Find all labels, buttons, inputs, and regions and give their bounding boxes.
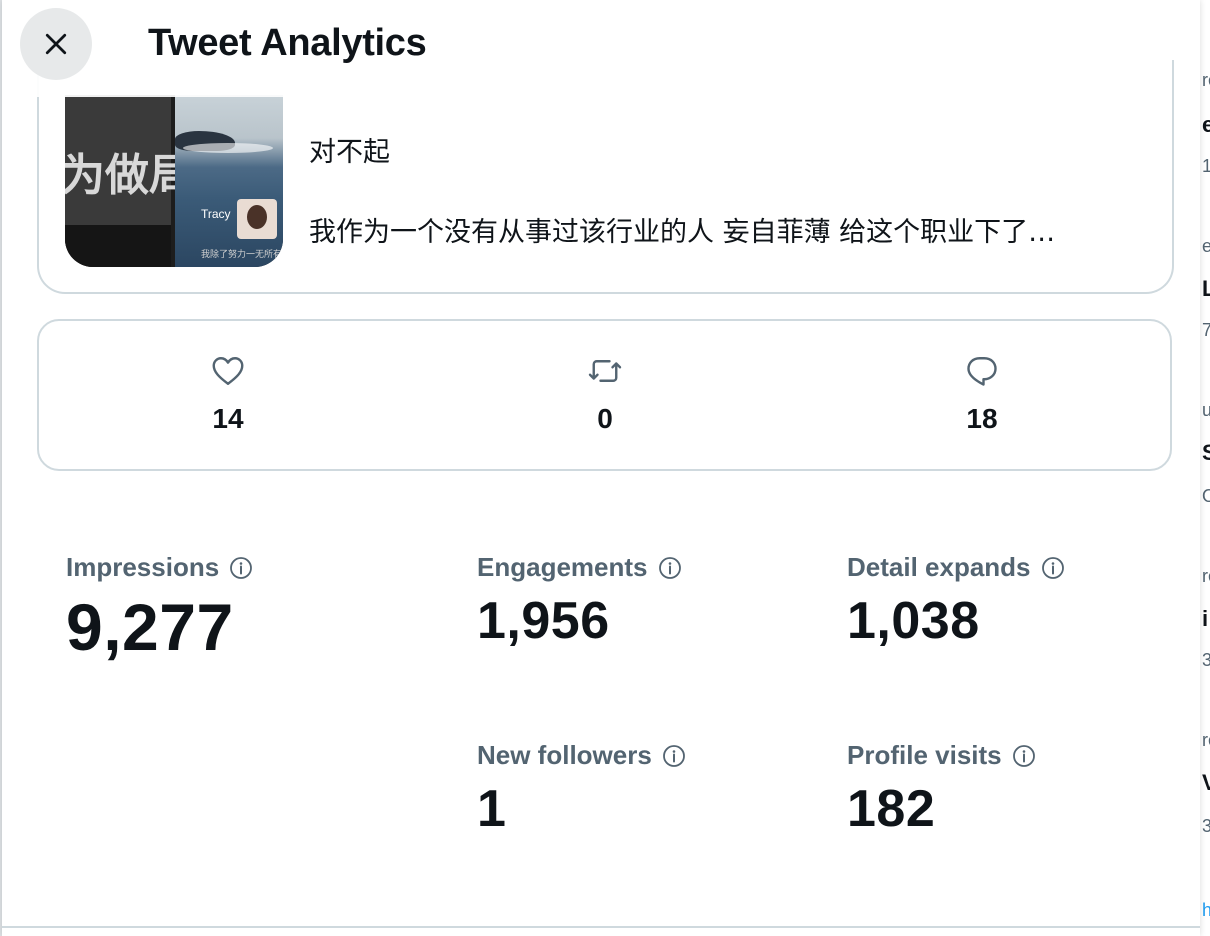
info-icon[interactable] — [1012, 744, 1036, 768]
modal-title: Tweet Analytics — [148, 22, 427, 64]
detail-expands-value: 1,038 — [847, 592, 980, 650]
modal-header: Tweet Analytics — [2, 0, 602, 97]
impressions-value: 9,277 — [66, 590, 234, 664]
new-followers-label: New followers — [477, 740, 652, 770]
profile-visits-label: Profile visits — [847, 740, 1002, 770]
media-thumbnail-right[interactable]: Tracy 我除了努力一无所有 — [175, 95, 283, 267]
media-avatar — [237, 199, 277, 239]
tweet-text-line-2: 我作为一个没有从事过该行业的人 妄自菲薄 给这个职业下了… — [309, 217, 1056, 248]
info-icon[interactable] — [658, 556, 682, 580]
info-icon[interactable] — [1041, 556, 1065, 580]
likes-count: 14 — [212, 403, 244, 434]
replies-metric[interactable]: 18 — [922, 321, 1042, 469]
media-subtitle: 我除了努力一无所有 — [201, 249, 283, 259]
info-icon[interactable] — [229, 556, 253, 580]
new-followers-value: 1 — [477, 780, 507, 838]
background-timeline: re e 1 e L 7 u S O re i 3 re V 3 h — [1200, 0, 1210, 936]
tweet-analytics-modal: 为做局 Tracy 我除了努力一无所有 对不起 我作为一个没有从事过该行业的人 … — [2, 0, 1200, 936]
retweets-count: 0 — [597, 403, 613, 434]
engagement-counts-card: 14 0 18 — [37, 319, 1172, 471]
media-thumbnail-left[interactable]: 为做局 — [65, 95, 193, 267]
engagements-stat: Engagements 1,956 — [477, 552, 682, 651]
impressions-label: Impressions — [66, 552, 220, 582]
engagements-value: 1,956 — [477, 592, 610, 650]
profile-visits-stat: Profile visits 182 — [847, 740, 1036, 839]
reply-icon — [967, 357, 997, 386]
media-left-text: 为做局 — [65, 151, 193, 200]
profile-visits-value: 182 — [847, 780, 936, 838]
info-icon[interactable] — [662, 744, 686, 768]
retweet-icon — [588, 360, 622, 382]
media-caption: Tracy — [201, 207, 231, 221]
likes-metric[interactable]: 14 — [168, 321, 288, 469]
modal-divider — [2, 926, 1200, 928]
tweet-text-line-1: 对不起 — [309, 137, 390, 168]
new-followers-stat: New followers 1 — [477, 740, 686, 839]
engagements-label: Engagements — [477, 552, 648, 582]
tweet-media[interactable]: 为做局 Tracy 我除了努力一无所有 — [65, 95, 283, 267]
replies-count: 18 — [966, 403, 998, 434]
close-icon — [45, 33, 67, 55]
impressions-stat: Impressions 9,277 — [66, 552, 253, 665]
detail-expands-label: Detail expands — [847, 552, 1031, 582]
detail-expands-stat: Detail expands 1,038 — [847, 552, 1065, 651]
retweets-metric[interactable]: 0 — [545, 321, 665, 469]
heart-icon — [212, 357, 244, 385]
close-button[interactable] — [20, 8, 92, 80]
